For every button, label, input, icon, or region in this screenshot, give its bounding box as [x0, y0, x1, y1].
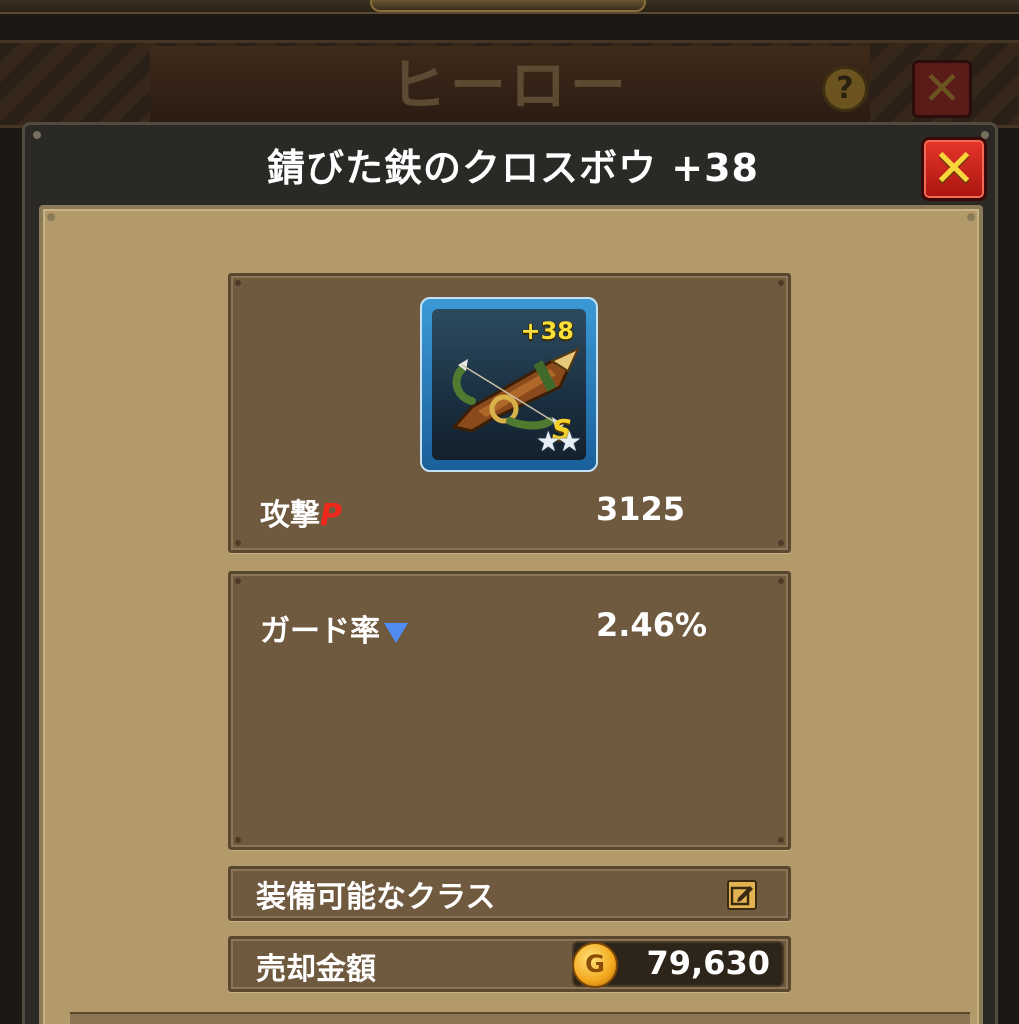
attack-label-text: 攻撃	[260, 498, 320, 533]
rivet	[235, 837, 241, 843]
dialog-title: 錆びた鉄のクロスボウ +38	[267, 146, 759, 190]
screen-close-button[interactable]: ✕	[912, 60, 972, 118]
edit-icon-glyph	[730, 886, 753, 906]
sell-price-label: 売却金額	[256, 952, 376, 987]
panel-bottom-edge	[70, 1012, 970, 1024]
rivet	[47, 213, 55, 221]
rivet	[33, 131, 41, 139]
sell-price-amount: 79,630	[646, 944, 770, 982]
guard-stat-label: ガード率	[260, 606, 408, 650]
guard-label-text: ガード率	[260, 614, 380, 649]
rivet	[235, 578, 241, 584]
rivet	[967, 213, 975, 221]
item-icon-background: +38 S ★★	[432, 309, 586, 460]
gold-coin-icon: G	[572, 942, 618, 988]
attack-stat-label: 攻撃P	[260, 490, 342, 534]
top-bar-tab	[370, 0, 646, 12]
edit-icon[interactable]	[727, 880, 757, 910]
attack-stat-value: 3125	[596, 490, 686, 528]
equip-class-label: 装備可能なクラス	[256, 880, 496, 915]
rivet	[235, 540, 241, 546]
screen-title: ヒーロー	[390, 54, 630, 119]
close-icon: ✕	[932, 139, 976, 199]
attack-p-mark: P	[320, 498, 342, 533]
dialog-close-button[interactable]: ✕	[921, 137, 987, 201]
help-button[interactable]: ?	[822, 66, 868, 112]
rivet	[778, 540, 784, 546]
rivet	[235, 280, 241, 286]
star-rating: ★★	[535, 425, 582, 458]
enhance-level: +38	[520, 317, 574, 345]
rivet	[778, 578, 784, 584]
guard-stat-value: 2.46%	[596, 606, 708, 644]
item-icon-frame[interactable]: +38 S ★★	[420, 297, 598, 472]
rivet	[778, 837, 784, 843]
rivet	[778, 280, 784, 286]
down-arrow-icon	[384, 622, 408, 643]
